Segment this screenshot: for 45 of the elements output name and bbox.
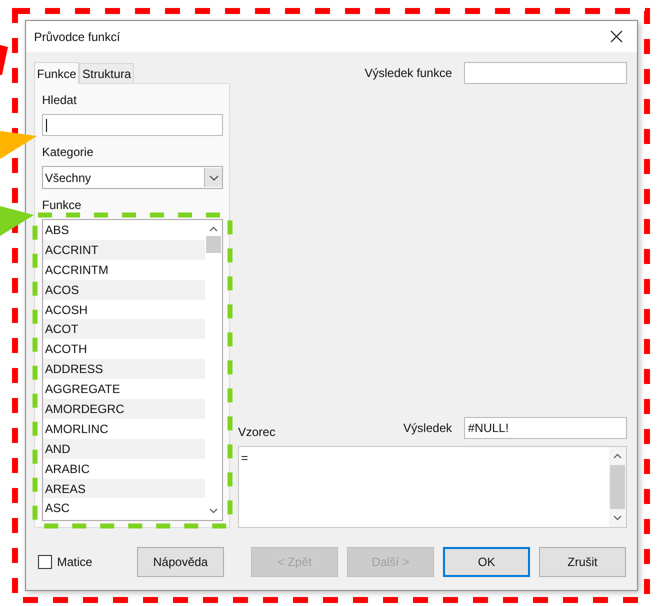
tab[interactable]: Struktura	[79, 63, 134, 83]
function-item[interactable]: AGGREGATE	[43, 379, 205, 400]
chevron-up-icon[interactable]	[209, 226, 218, 232]
function-item[interactable]: ACCRINT	[43, 240, 205, 260]
function-item[interactable]: ACOS	[43, 280, 205, 300]
dialog-button[interactable]: Nápověda	[137, 547, 224, 577]
formula-label: Vzorec	[238, 425, 276, 439]
dialog-button[interactable]: Zrušit	[539, 547, 626, 577]
pointer-arrow	[0, 45, 8, 75]
function-item[interactable]: ACOT	[43, 319, 205, 340]
category-dropdown[interactable]: Všechny	[42, 166, 223, 189]
window-title: Průvodce funkcí	[34, 30, 120, 44]
function-item[interactable]: AMORLINC	[43, 418, 205, 439]
formula-field[interactable]: =	[238, 446, 627, 528]
result-label: Výsledek	[403, 421, 452, 435]
scrollbar[interactable]	[609, 447, 626, 527]
function-item[interactable]: ASC	[43, 498, 205, 518]
array-checkbox[interactable]: Matice	[34, 555, 137, 569]
scrollbar-thumb[interactable]	[206, 236, 221, 253]
function-item[interactable]: ACOSH	[43, 300, 205, 320]
category-label: Kategorie	[42, 145, 94, 159]
pointer-arrow	[0, 131, 37, 159]
chevron-down-icon	[208, 174, 218, 180]
function-item[interactable]: AMORDEGRC	[43, 399, 205, 419]
function-result-field[interactable]	[464, 62, 627, 84]
pointer-arrow	[0, 206, 34, 236]
function-item[interactable]: ADDRESS	[43, 359, 205, 380]
function-item[interactable]: ACOTH	[43, 339, 205, 360]
result-field[interactable]: #NULL!	[464, 417, 627, 439]
function-item[interactable]: AREAS	[43, 478, 205, 498]
function-item[interactable]: ABS	[43, 220, 205, 240]
function-item[interactable]: ACCRINTM	[43, 260, 205, 280]
search-label: Hledat	[42, 93, 78, 107]
tab[interactable]: Funkce	[34, 62, 80, 84]
function-result-label: Výsledek funkce	[364, 66, 452, 80]
scrollbar-thumb[interactable]	[610, 465, 625, 509]
dialog-button[interactable]: OK	[443, 547, 530, 577]
function-item[interactable]: AND	[43, 438, 205, 459]
chevron-down-icon[interactable]	[209, 508, 218, 514]
chevron-down-icon[interactable]	[613, 515, 622, 521]
functions-label: Funkce	[42, 198, 82, 212]
close-icon[interactable]	[610, 30, 623, 43]
chevron-up-icon[interactable]	[613, 453, 622, 459]
search-field[interactable]	[42, 114, 223, 136]
function-item[interactable]: ARABIC	[43, 458, 205, 479]
